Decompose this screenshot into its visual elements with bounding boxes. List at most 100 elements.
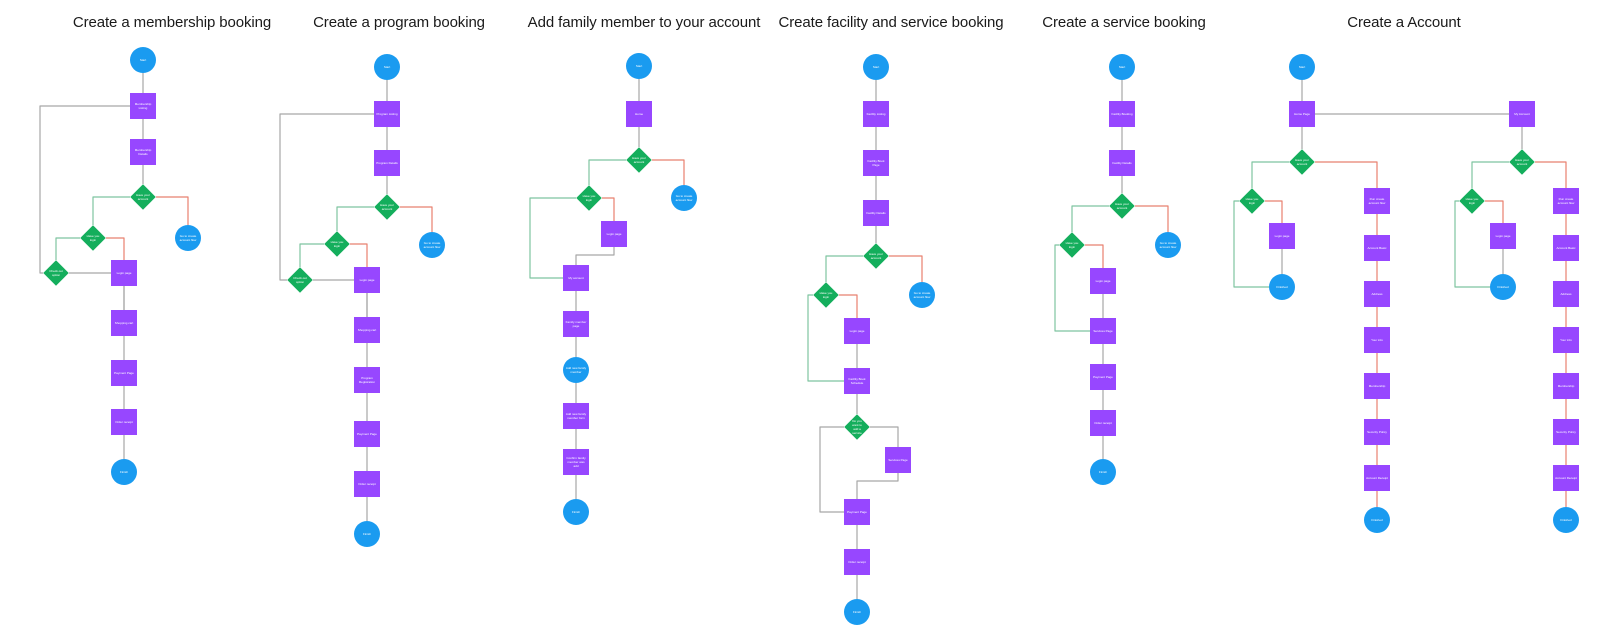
terminal-node-family-finish[interactable]: Finish <box>563 499 589 525</box>
node-label: Start <box>635 64 643 68</box>
edge-program-logged_in-to-check_out <box>299 243 324 267</box>
process-node-account-login-a[interactable]: Login page <box>1269 223 1295 249</box>
process-node-program-login-page[interactable]: Login page <box>354 267 380 293</box>
node-label: Have you login <box>1245 197 1259 205</box>
process-node-account-my-account[interactable]: My Account <box>1509 101 1535 127</box>
edge-membership-has_account-to-logged_in <box>92 196 130 225</box>
terminal-node-account-finish-b[interactable]: Finished <box>1553 507 1579 533</box>
edge-membership-has_account-to-create_account <box>156 196 189 225</box>
process-node-account-new-b[interactable]: Run create account flow <box>1553 188 1579 214</box>
node-label: Facility Book Page <box>867 159 885 167</box>
process-node-service-login-page[interactable]: Login page <box>1090 268 1116 294</box>
edge-service-has_account-to-logged_in <box>1071 205 1109 232</box>
process-node-membership-login-page[interactable]: Login page <box>111 260 137 286</box>
process-node-service-payment[interactable]: Payment Page <box>1090 364 1116 390</box>
terminal-node-membership-create-account[interactable]: Go to create account flow <box>175 225 201 251</box>
edge-service-has_account-to-create_account <box>1135 205 1169 232</box>
terminal-node-service-finish[interactable]: Finish <box>1090 459 1116 485</box>
process-node-membership-details[interactable]: Membership Details <box>130 139 156 165</box>
node-label: Finish <box>1098 470 1107 474</box>
edge-program-has_account-to-create_account <box>400 206 433 232</box>
edge-facility-services-to-payment <box>856 473 899 499</box>
process-node-account-account-basic-a[interactable]: Account Basic <box>1364 235 1390 261</box>
process-node-program-order-receipt[interactable]: Order receipt <box>354 471 380 497</box>
terminal-node-service-start[interactable]: Start <box>1109 54 1135 80</box>
process-node-membership-listing[interactable]: Membership Listing <box>130 93 156 119</box>
terminal-node-program-finish[interactable]: Finish <box>354 521 380 547</box>
process-node-account-your-info-a[interactable]: Your info <box>1364 327 1390 353</box>
process-node-account-your-info-b[interactable]: Your info <box>1553 327 1579 353</box>
terminal-node-facility-start[interactable]: Start <box>863 54 889 80</box>
node-label: Have your account <box>1515 158 1529 166</box>
node-label: Have you login <box>1465 197 1479 205</box>
terminal-node-account-start[interactable]: Start <box>1289 54 1315 80</box>
process-node-facility-login-page[interactable]: Login page <box>844 318 870 344</box>
process-node-family-family-page[interactable]: Family member page <box>563 311 589 337</box>
node-label: Start <box>383 65 391 69</box>
terminal-node-program-create-account[interactable]: Go to create account flow <box>419 232 445 258</box>
process-node-family-login-page[interactable]: Login page <box>601 221 627 247</box>
process-node-account-security-b[interactable]: Security Policy <box>1553 419 1579 445</box>
process-node-facility-book-schedule[interactable]: Facility Book Schedule <box>844 368 870 394</box>
process-node-account-membership-b[interactable]: Membership <box>1553 373 1579 399</box>
process-node-account-login-b[interactable]: Login page <box>1490 223 1516 249</box>
process-node-facility-details[interactable]: Facility Details <box>863 200 889 226</box>
process-node-facility-payment[interactable]: Payment Page <box>844 499 870 525</box>
process-node-facility-services[interactable]: Services Page <box>885 447 911 473</box>
terminal-node-membership-start[interactable]: Start <box>130 47 156 73</box>
node-label: Account Basic <box>1556 246 1576 250</box>
process-node-membership-payment[interactable]: Payment Page <box>111 360 137 386</box>
node-label: Facility Details <box>866 211 886 215</box>
node-label: Home Page <box>1294 112 1310 116</box>
process-node-program-shopping-cart[interactable]: Shopping cart <box>354 317 380 343</box>
process-node-membership-shopping-cart[interactable]: Shopping cart <box>111 310 137 336</box>
process-node-facility-order-receipt[interactable]: Order receipt <box>844 549 870 575</box>
terminal-node-family-create-account[interactable]: Go to create account flow <box>671 185 697 211</box>
terminal-node-facility-finish[interactable]: Finish <box>844 599 870 625</box>
node-label: Finished <box>1276 285 1288 289</box>
terminal-node-account-finish-a[interactable]: Finished <box>1364 507 1390 533</box>
process-node-facility-booking-page[interactable]: Facility Book Page <box>863 150 889 176</box>
node-label: Payment Page <box>114 371 134 375</box>
process-node-account-membership-a[interactable]: Membership <box>1364 373 1390 399</box>
process-node-account-address-b[interactable]: Address <box>1553 281 1579 307</box>
process-node-service-listing[interactable]: Facility Booking <box>1109 101 1135 127</box>
node-label: Finish <box>852 610 861 614</box>
process-node-account-security-a[interactable]: Security Policy <box>1364 419 1390 445</box>
process-node-account-account-receipt-a[interactable]: Account Receipt <box>1364 465 1390 491</box>
node-label: Have you login <box>330 240 344 248</box>
process-node-service-order-receipt[interactable]: Order receipt <box>1090 410 1116 436</box>
process-node-program-registration[interactable]: Program Registration <box>354 367 380 393</box>
terminal-node-account-finish-login-b[interactable]: Finished <box>1490 274 1516 300</box>
process-node-account-new-a[interactable]: Run create account flow <box>1364 188 1390 214</box>
process-node-service-details[interactable]: Facility Details <box>1109 150 1135 176</box>
process-node-facility-listing[interactable]: Facility Listing <box>863 101 889 127</box>
edge-account-logged_in_a-to-login_a <box>1265 200 1283 223</box>
terminal-node-family-start[interactable]: Start <box>626 53 652 79</box>
flow-title-program: Create a program booking <box>313 14 485 31</box>
terminal-node-membership-finish[interactable]: Finish <box>111 459 137 485</box>
terminal-node-program-start[interactable]: Start <box>374 54 400 80</box>
node-label: Your info <box>1371 338 1383 342</box>
process-node-family-family-form[interactable]: Add new family member form <box>563 403 589 429</box>
process-node-account-account-basic-b[interactable]: Account Basic <box>1553 235 1579 261</box>
process-node-family-confirm[interactable]: Confirm family member was add <box>563 449 589 475</box>
process-node-family-home[interactable]: Home <box>626 101 652 127</box>
process-node-family-my-account[interactable]: My account <box>563 265 589 291</box>
process-node-account-address-a[interactable]: Address <box>1364 281 1390 307</box>
node-label: Have you login <box>86 234 100 242</box>
process-node-account-account-receipt-b[interactable]: Account Receipt <box>1553 465 1579 491</box>
node-label: Confirm family member was add <box>566 456 586 468</box>
process-node-membership-order-receipt[interactable]: Order receipt <box>111 409 137 435</box>
process-node-program-details[interactable]: Program Details <box>374 150 400 176</box>
terminal-node-facility-create-account[interactable]: Go to create account flow <box>909 282 935 308</box>
node-label: Services Page <box>1093 329 1113 333</box>
node-label: Order receipt <box>358 482 376 486</box>
process-node-program-payment[interactable]: Payment Page <box>354 421 380 447</box>
terminal-node-account-finish-login-a[interactable]: Finished <box>1269 274 1295 300</box>
terminal-node-family-add-family[interactable]: Add new family member <box>563 357 589 383</box>
process-node-program-listing[interactable]: Program Listing <box>374 101 400 127</box>
process-node-service-services[interactable]: Services Page <box>1090 318 1116 344</box>
terminal-node-service-create-account[interactable]: Go to create account flow <box>1155 232 1181 258</box>
process-node-account-home[interactable]: Home Page <box>1289 101 1315 127</box>
